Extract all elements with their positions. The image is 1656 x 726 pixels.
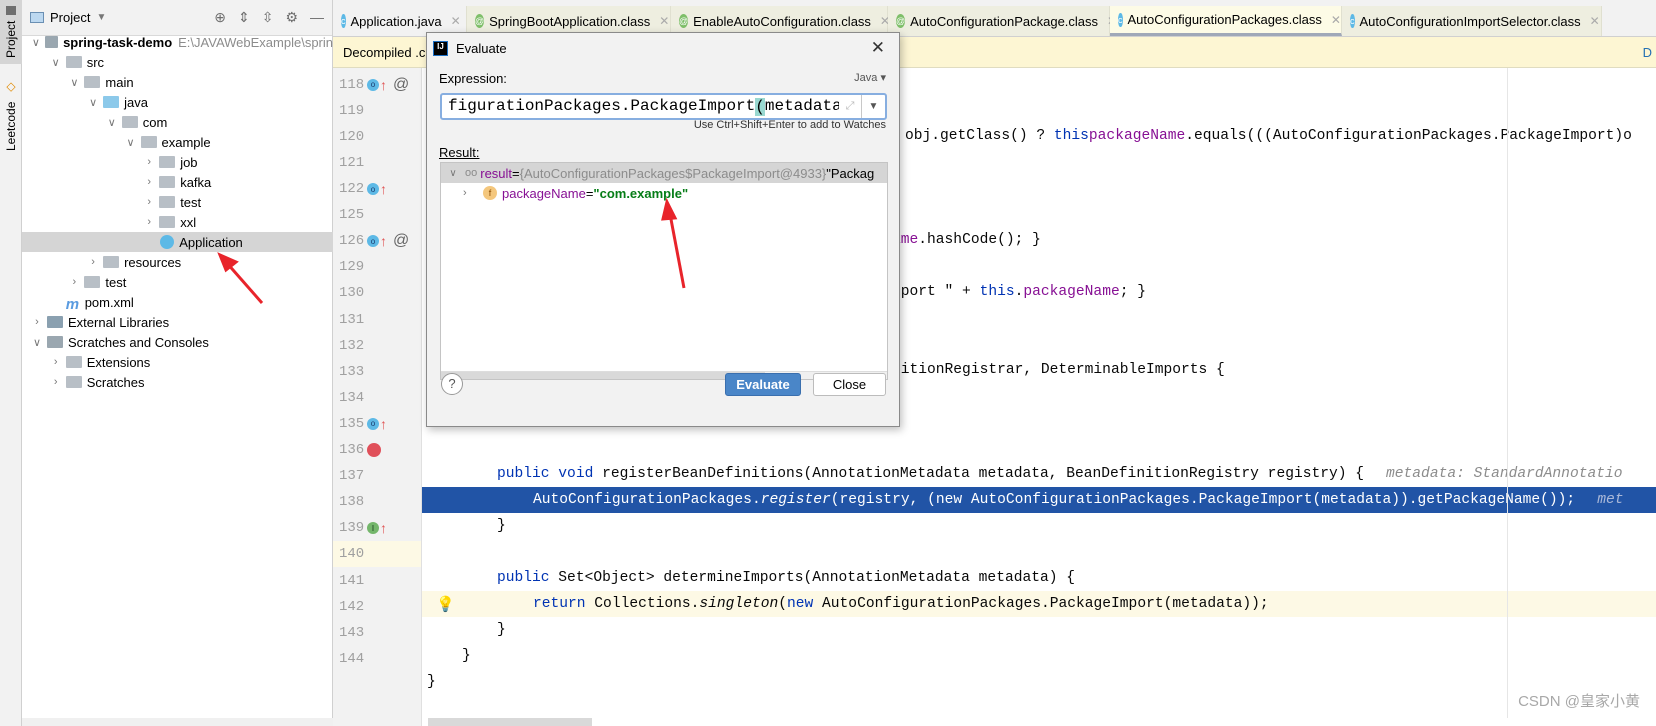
red-arrow-application [217, 252, 264, 304]
chevron-down-icon[interactable]: ∨ [441, 168, 465, 179]
evaluate-dialog: IJ Evaluate ✕ Expression: Java ▾ figurat… [426, 32, 900, 427]
help-button[interactable]: ? [441, 373, 463, 395]
result-row[interactable]: ∨ oo result = {AutoConfigurationPackages… [441, 163, 887, 183]
dialog-title-bar: IJ Evaluate [427, 33, 899, 63]
expression-input[interactable]: figurationPackages.PackageImport(metadat… [440, 93, 887, 120]
result-label: Result: [439, 145, 480, 160]
watches-hint: Use Ctrl+Shift+Enter to add to Watches [693, 119, 886, 131]
watch-glasses-icon: oo [465, 167, 478, 179]
chevron-right-icon[interactable]: › [463, 187, 483, 199]
language-selector[interactable]: Java ▾ [854, 71, 886, 84]
result-tree: ∨ oo result = {AutoConfigurationPackages… [440, 162, 888, 380]
field-icon: f [483, 186, 497, 200]
history-dropdown[interactable]: ▼ [861, 95, 885, 118]
field-row-packageName[interactable]: › f packageName = "com.example" [441, 183, 887, 203]
expression-label: Expression: [439, 71, 507, 86]
expand-icon[interactable]: ⤢ [839, 100, 861, 113]
close-icon[interactable]: ✕ [871, 38, 885, 58]
dialog-title: Evaluate [456, 40, 507, 56]
evaluate-button[interactable]: Evaluate [725, 373, 801, 396]
watermark: CSDN @皇家小黄 [1518, 693, 1640, 710]
intellij-logo-icon: IJ [433, 40, 448, 56]
close-button[interactable]: Close [813, 373, 886, 396]
